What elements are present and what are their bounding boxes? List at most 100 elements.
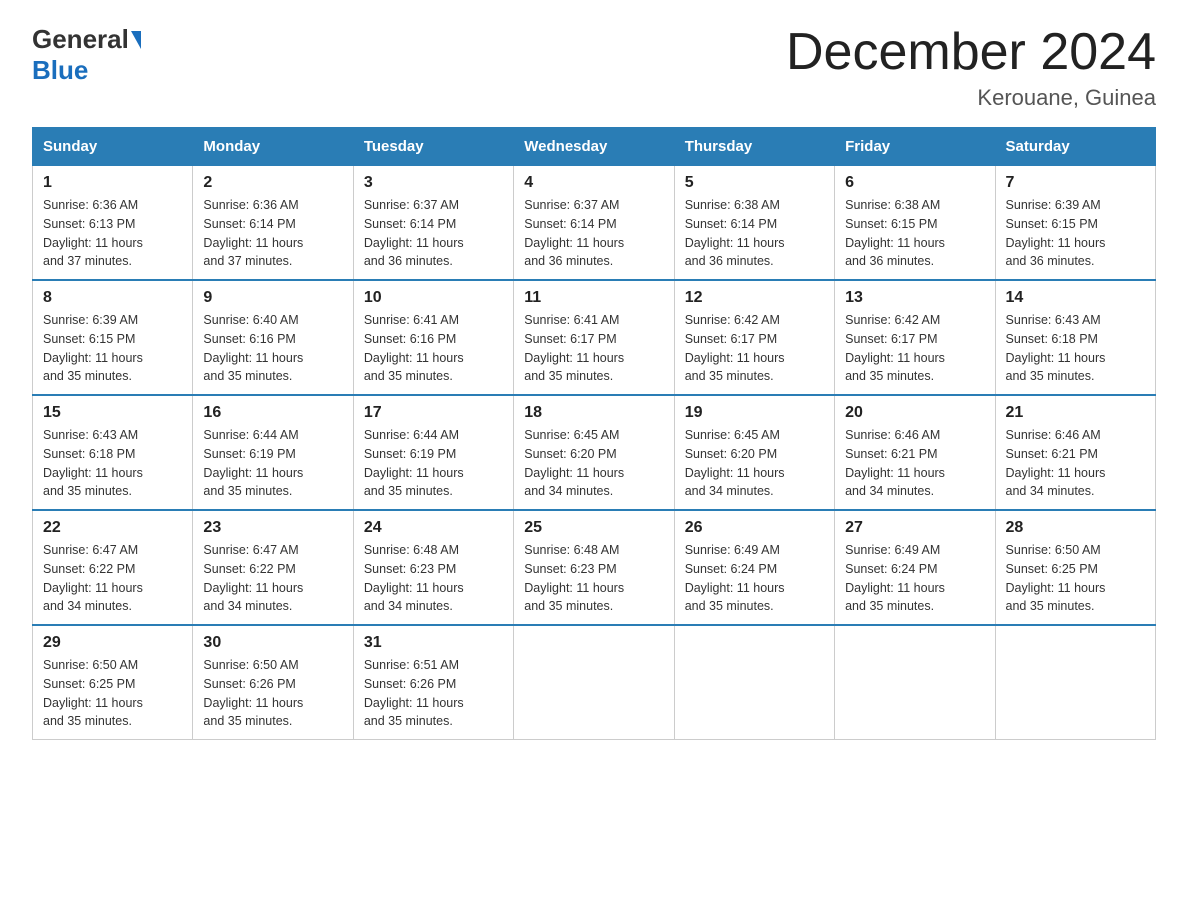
title-block: December 2024 Kerouane, Guinea — [786, 24, 1156, 111]
day-number: 7 — [1006, 174, 1145, 192]
day-number: 23 — [203, 519, 342, 537]
calendar-cell — [674, 625, 834, 740]
calendar-cell: 20 Sunrise: 6:46 AMSunset: 6:21 PMDaylig… — [835, 395, 995, 510]
calendar-cell: 15 Sunrise: 6:43 AMSunset: 6:18 PMDaylig… — [33, 395, 193, 510]
day-info: Sunrise: 6:36 AMSunset: 6:14 PMDaylight:… — [203, 198, 303, 268]
day-info: Sunrise: 6:43 AMSunset: 6:18 PMDaylight:… — [43, 428, 143, 498]
calendar-cell: 25 Sunrise: 6:48 AMSunset: 6:23 PMDaylig… — [514, 510, 674, 625]
day-info: Sunrise: 6:45 AMSunset: 6:20 PMDaylight:… — [685, 428, 785, 498]
day-info: Sunrise: 6:39 AMSunset: 6:15 PMDaylight:… — [43, 313, 143, 383]
day-info: Sunrise: 6:37 AMSunset: 6:14 PMDaylight:… — [524, 198, 624, 268]
calendar-cell — [835, 625, 995, 740]
logo-triangle-icon — [131, 31, 141, 49]
page-header: General Blue December 2024 Kerouane, Gui… — [32, 24, 1156, 111]
day-info: Sunrise: 6:51 AMSunset: 6:26 PMDaylight:… — [364, 658, 464, 728]
day-info: Sunrise: 6:36 AMSunset: 6:13 PMDaylight:… — [43, 198, 143, 268]
logo-blue-text: Blue — [32, 55, 88, 86]
calendar-cell: 11 Sunrise: 6:41 AMSunset: 6:17 PMDaylig… — [514, 280, 674, 395]
calendar-cell: 17 Sunrise: 6:44 AMSunset: 6:19 PMDaylig… — [353, 395, 513, 510]
col-monday: Monday — [193, 128, 353, 166]
day-info: Sunrise: 6:48 AMSunset: 6:23 PMDaylight:… — [524, 543, 624, 613]
day-info: Sunrise: 6:50 AMSunset: 6:26 PMDaylight:… — [203, 658, 303, 728]
day-number: 22 — [43, 519, 182, 537]
logo-general: General — [32, 24, 143, 55]
calendar-week-row-4: 22 Sunrise: 6:47 AMSunset: 6:22 PMDaylig… — [33, 510, 1156, 625]
day-number: 30 — [203, 634, 342, 652]
day-info: Sunrise: 6:42 AMSunset: 6:17 PMDaylight:… — [685, 313, 785, 383]
calendar-week-row-2: 8 Sunrise: 6:39 AMSunset: 6:15 PMDayligh… — [33, 280, 1156, 395]
calendar-cell: 2 Sunrise: 6:36 AMSunset: 6:14 PMDayligh… — [193, 166, 353, 281]
day-info: Sunrise: 6:40 AMSunset: 6:16 PMDaylight:… — [203, 313, 303, 383]
day-number: 11 — [524, 289, 663, 307]
day-number: 17 — [364, 404, 503, 422]
day-number: 20 — [845, 404, 984, 422]
calendar-cell — [995, 625, 1155, 740]
day-number: 29 — [43, 634, 182, 652]
day-info: Sunrise: 6:49 AMSunset: 6:24 PMDaylight:… — [685, 543, 785, 613]
day-number: 26 — [685, 519, 824, 537]
calendar-cell: 21 Sunrise: 6:46 AMSunset: 6:21 PMDaylig… — [995, 395, 1155, 510]
day-number: 21 — [1006, 404, 1145, 422]
day-info: Sunrise: 6:39 AMSunset: 6:15 PMDaylight:… — [1006, 198, 1106, 268]
day-number: 27 — [845, 519, 984, 537]
calendar-cell: 26 Sunrise: 6:49 AMSunset: 6:24 PMDaylig… — [674, 510, 834, 625]
day-info: Sunrise: 6:50 AMSunset: 6:25 PMDaylight:… — [1006, 543, 1106, 613]
day-number: 16 — [203, 404, 342, 422]
day-info: Sunrise: 6:48 AMSunset: 6:23 PMDaylight:… — [364, 543, 464, 613]
calendar-cell: 16 Sunrise: 6:44 AMSunset: 6:19 PMDaylig… — [193, 395, 353, 510]
calendar-cell: 8 Sunrise: 6:39 AMSunset: 6:15 PMDayligh… — [33, 280, 193, 395]
calendar-cell: 29 Sunrise: 6:50 AMSunset: 6:25 PMDaylig… — [33, 625, 193, 740]
calendar-cell: 10 Sunrise: 6:41 AMSunset: 6:16 PMDaylig… — [353, 280, 513, 395]
day-number: 2 — [203, 174, 342, 192]
col-sunday: Sunday — [33, 128, 193, 166]
calendar-cell: 6 Sunrise: 6:38 AMSunset: 6:15 PMDayligh… — [835, 166, 995, 281]
calendar-week-row-5: 29 Sunrise: 6:50 AMSunset: 6:25 PMDaylig… — [33, 625, 1156, 740]
day-number: 8 — [43, 289, 182, 307]
calendar-cell: 31 Sunrise: 6:51 AMSunset: 6:26 PMDaylig… — [353, 625, 513, 740]
calendar-cell — [514, 625, 674, 740]
calendar-cell: 19 Sunrise: 6:45 AMSunset: 6:20 PMDaylig… — [674, 395, 834, 510]
day-info: Sunrise: 6:49 AMSunset: 6:24 PMDaylight:… — [845, 543, 945, 613]
day-number: 24 — [364, 519, 503, 537]
calendar-cell: 27 Sunrise: 6:49 AMSunset: 6:24 PMDaylig… — [835, 510, 995, 625]
calendar-cell: 22 Sunrise: 6:47 AMSunset: 6:22 PMDaylig… — [33, 510, 193, 625]
day-number: 9 — [203, 289, 342, 307]
col-friday: Friday — [835, 128, 995, 166]
col-saturday: Saturday — [995, 128, 1155, 166]
day-number: 28 — [1006, 519, 1145, 537]
day-number: 25 — [524, 519, 663, 537]
calendar-cell: 30 Sunrise: 6:50 AMSunset: 6:26 PMDaylig… — [193, 625, 353, 740]
calendar-cell: 24 Sunrise: 6:48 AMSunset: 6:23 PMDaylig… — [353, 510, 513, 625]
calendar-cell: 14 Sunrise: 6:43 AMSunset: 6:18 PMDaylig… — [995, 280, 1155, 395]
day-info: Sunrise: 6:46 AMSunset: 6:21 PMDaylight:… — [845, 428, 945, 498]
col-wednesday: Wednesday — [514, 128, 674, 166]
day-number: 18 — [524, 404, 663, 422]
col-tuesday: Tuesday — [353, 128, 513, 166]
day-number: 12 — [685, 289, 824, 307]
day-info: Sunrise: 6:38 AMSunset: 6:15 PMDaylight:… — [845, 198, 945, 268]
calendar-cell: 12 Sunrise: 6:42 AMSunset: 6:17 PMDaylig… — [674, 280, 834, 395]
calendar-cell: 9 Sunrise: 6:40 AMSunset: 6:16 PMDayligh… — [193, 280, 353, 395]
logo-general-text: General — [32, 24, 129, 55]
calendar-cell: 1 Sunrise: 6:36 AMSunset: 6:13 PMDayligh… — [33, 166, 193, 281]
col-thursday: Thursday — [674, 128, 834, 166]
day-number: 5 — [685, 174, 824, 192]
day-info: Sunrise: 6:38 AMSunset: 6:14 PMDaylight:… — [685, 198, 785, 268]
day-info: Sunrise: 6:45 AMSunset: 6:20 PMDaylight:… — [524, 428, 624, 498]
day-number: 13 — [845, 289, 984, 307]
calendar-cell: 28 Sunrise: 6:50 AMSunset: 6:25 PMDaylig… — [995, 510, 1155, 625]
day-number: 6 — [845, 174, 984, 192]
calendar-header-row: Sunday Monday Tuesday Wednesday Thursday… — [33, 128, 1156, 166]
calendar-cell: 18 Sunrise: 6:45 AMSunset: 6:20 PMDaylig… — [514, 395, 674, 510]
day-number: 14 — [1006, 289, 1145, 307]
calendar-cell: 7 Sunrise: 6:39 AMSunset: 6:15 PMDayligh… — [995, 166, 1155, 281]
day-info: Sunrise: 6:50 AMSunset: 6:25 PMDaylight:… — [43, 658, 143, 728]
day-info: Sunrise: 6:46 AMSunset: 6:21 PMDaylight:… — [1006, 428, 1106, 498]
calendar-table: Sunday Monday Tuesday Wednesday Thursday… — [32, 127, 1156, 740]
calendar-week-row-3: 15 Sunrise: 6:43 AMSunset: 6:18 PMDaylig… — [33, 395, 1156, 510]
main-title: December 2024 — [786, 24, 1156, 81]
day-number: 31 — [364, 634, 503, 652]
calendar-cell: 3 Sunrise: 6:37 AMSunset: 6:14 PMDayligh… — [353, 166, 513, 281]
day-info: Sunrise: 6:43 AMSunset: 6:18 PMDaylight:… — [1006, 313, 1106, 383]
day-info: Sunrise: 6:42 AMSunset: 6:17 PMDaylight:… — [845, 313, 945, 383]
